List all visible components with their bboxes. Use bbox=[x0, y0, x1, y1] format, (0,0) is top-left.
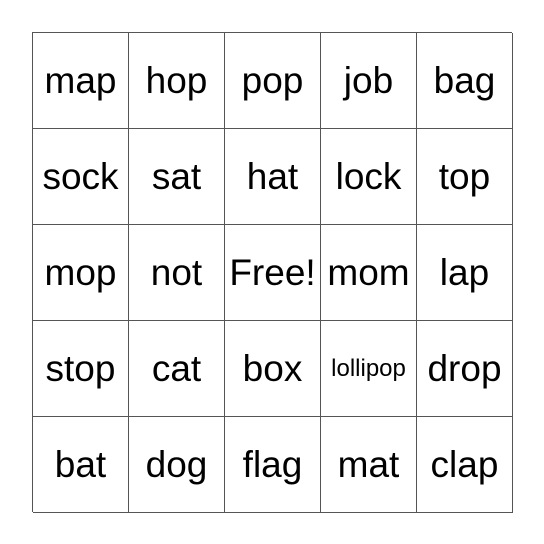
bingo-cell[interactable]: not bbox=[129, 225, 225, 321]
bingo-cell[interactable]: bat bbox=[33, 417, 129, 513]
bingo-cell[interactable]: lollipop bbox=[321, 321, 417, 417]
free-space-cell[interactable]: Free! bbox=[225, 225, 321, 321]
bingo-cell[interactable]: clap bbox=[417, 417, 513, 513]
bingo-cell[interactable]: mat bbox=[321, 417, 417, 513]
bingo-cell[interactable]: hop bbox=[129, 33, 225, 129]
bingo-cell[interactable]: box bbox=[225, 321, 321, 417]
bingo-cell[interactable]: hat bbox=[225, 129, 321, 225]
bingo-cell[interactable]: map bbox=[33, 33, 129, 129]
bingo-cell[interactable]: job bbox=[321, 33, 417, 129]
bingo-cell[interactable]: pop bbox=[225, 33, 321, 129]
bingo-cell[interactable]: bag bbox=[417, 33, 513, 129]
bingo-cell[interactable]: sock bbox=[33, 129, 129, 225]
bingo-cell[interactable]: drop bbox=[417, 321, 513, 417]
bingo-cell[interactable]: top bbox=[417, 129, 513, 225]
bingo-cell[interactable]: stop bbox=[33, 321, 129, 417]
bingo-cell[interactable]: cat bbox=[129, 321, 225, 417]
bingo-cell[interactable]: dog bbox=[129, 417, 225, 513]
bingo-board: map hop pop job bag sock sat hat lock to… bbox=[32, 32, 513, 513]
bingo-cell[interactable]: lock bbox=[321, 129, 417, 225]
bingo-cell[interactable]: lap bbox=[417, 225, 513, 321]
bingo-cell[interactable]: sat bbox=[129, 129, 225, 225]
bingo-cell[interactable]: flag bbox=[225, 417, 321, 513]
bingo-cell[interactable]: mop bbox=[33, 225, 129, 321]
bingo-cell[interactable]: mom bbox=[321, 225, 417, 321]
